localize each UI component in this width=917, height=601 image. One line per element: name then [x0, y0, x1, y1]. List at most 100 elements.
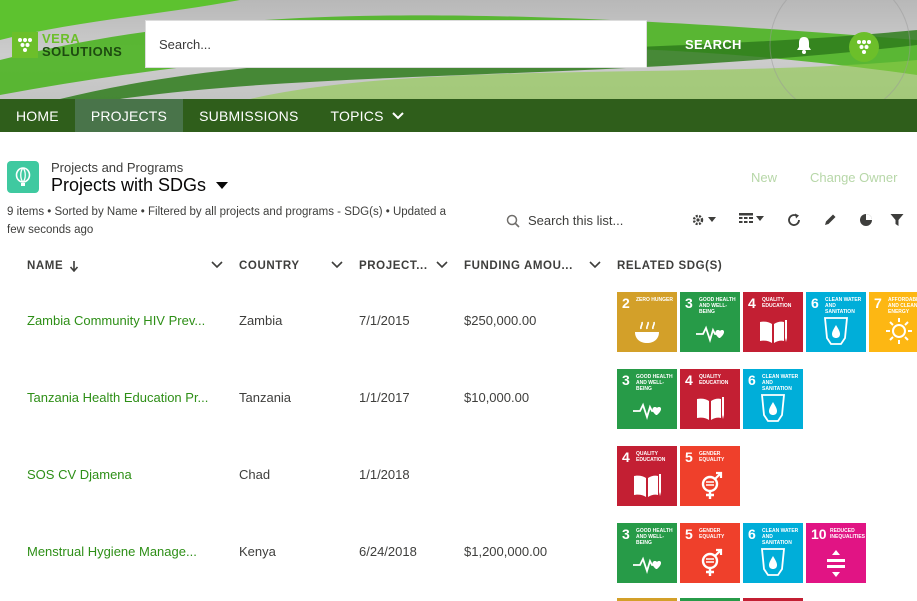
column-header-project[interactable]: PROJECT... — [359, 260, 428, 272]
user-avatar[interactable] — [849, 32, 879, 62]
sdg-goal-6-tile[interactable]: 6 CLEAN WATER AND SANITATION — [806, 292, 866, 352]
column-menu-chevron-icon[interactable] — [211, 261, 223, 269]
sdg-goal-label: AFFORDABLE AND CLEAN ENERGY — [888, 297, 917, 315]
project-date-cell: 1/1/2018 — [359, 467, 410, 482]
sdg-goal-5-tile[interactable]: 5 GENDER EQUALITY — [680, 446, 740, 506]
column-header-name[interactable]: NAME — [27, 260, 79, 272]
main-nav: HOME PROJECTS SUBMISSIONS TOPICS — [0, 99, 917, 132]
sdg-goal-10-tile[interactable]: 10 REDUCED INEQUALITIES — [806, 523, 866, 583]
column-header-funding[interactable]: FUNDING AMOU... — [464, 260, 573, 272]
heartbeat-icon — [696, 325, 725, 343]
sdg-goal-number: 2 — [622, 295, 630, 311]
book-icon — [697, 397, 724, 420]
heartbeat-icon — [633, 402, 662, 420]
sdg-goal-5-tile[interactable]: 5 GENDER EQUALITY — [680, 523, 740, 583]
gear-icon — [692, 214, 704, 226]
nav-submissions[interactable]: SUBMISSIONS — [183, 99, 314, 132]
logo-grapes-icon — [12, 32, 38, 58]
charts-button[interactable] — [859, 213, 873, 227]
equality-icon — [827, 550, 845, 577]
sdg-goal-number: 5 — [685, 449, 693, 465]
sdg-goal-3-tile[interactable]: 3 GOOD HEALTH AND WELL-BEING — [617, 523, 677, 583]
sdg-goal-6-tile[interactable]: 6 CLEAN WATER AND SANITATION — [743, 369, 803, 429]
sdg-goal-number: 7 — [874, 295, 882, 311]
column-menu-chevron-icon[interactable] — [436, 261, 448, 269]
sdg-goal-number: 6 — [811, 295, 819, 311]
bowl-icon — [635, 321, 659, 343]
sdg-goal-number: 3 — [685, 295, 693, 311]
nav-topics[interactable]: TOPICS — [315, 99, 420, 132]
sdg-goal-number: 4 — [748, 295, 756, 311]
sdg-goal-number: 5 — [685, 526, 693, 542]
sdg-goal-number: 3 — [622, 372, 630, 388]
sdg-list: 3 GOOD HEALTH AND WELL-BEING 4 QUALITY EDUC… — [617, 369, 803, 429]
sdg-goal-number: 10 — [811, 526, 827, 542]
heartbeat-icon — [633, 556, 662, 574]
vera-solutions-logo[interactable]: VERA SOLUTIONS — [12, 32, 122, 58]
search-button[interactable]: SEARCH — [685, 37, 742, 52]
sdg-goal-number: 6 — [748, 372, 756, 388]
list-view-title[interactable]: Projects with SDGs — [51, 175, 229, 196]
global-search-input[interactable] — [159, 36, 646, 52]
sdg-goal-3-tile[interactable]: 3 GOOD HEALTH AND WELL-BEING — [617, 369, 677, 429]
sdg-goal-3-tile[interactable]: 3 GOOD HEALTH AND WELL-BEING — [680, 292, 740, 352]
sdg-goal-number: 4 — [622, 449, 630, 465]
list-settings-button[interactable] — [691, 213, 716, 227]
sdg-goal-label: CLEAN WATER AND SANITATION — [825, 297, 862, 315]
change-owner-button[interactable]: Change Owner — [810, 170, 897, 185]
avatar-grapes-icon — [857, 40, 871, 54]
sdg-goal-label: GOOD HEALTH AND WELL-BEING — [636, 374, 673, 392]
sun-icon — [886, 318, 912, 344]
sdg-goal-4-tile[interactable]: 4 QUALITY EDUCATION — [680, 369, 740, 429]
list-search-box[interactable] — [506, 213, 648, 228]
nav-submissions-label: SUBMISSIONS — [199, 107, 299, 124]
sdg-goal-label: QUALITY EDUCATION — [699, 374, 729, 386]
sdg-goal-label: ZERO HUNGER — [636, 297, 673, 303]
sdg-goal-4-tile[interactable]: 4 QUALITY EDUCATION — [617, 446, 677, 506]
refresh-button[interactable] — [787, 213, 801, 227]
project-name-link[interactable]: SOS CV Djamena — [27, 467, 132, 482]
column-header-funding-label: FUNDING AMOU... — [464, 260, 573, 272]
sdg-goal-number: 4 — [685, 372, 693, 388]
filter-button[interactable] — [890, 213, 904, 227]
display-as-button[interactable] — [739, 213, 764, 225]
bell-icon[interactable] — [794, 35, 814, 60]
project-name-link[interactable]: Tanzania Health Education Pr... — [27, 390, 208, 405]
country-cell: Kenya — [239, 544, 276, 559]
caret-down-icon — [708, 217, 716, 222]
new-button[interactable]: New — [751, 170, 777, 185]
sdg-goal-6-tile[interactable]: 6 CLEAN WATER AND SANITATION — [743, 523, 803, 583]
sdg-goal-7-tile[interactable]: 7 AFFORDABLE AND CLEAN ENERGY — [869, 292, 917, 352]
gender-icon — [701, 471, 723, 499]
logo-line2: SOLUTIONS — [42, 44, 123, 59]
column-header-related-sdgs-label: RELATED SDG(S) — [617, 260, 723, 272]
nav-projects[interactable]: PROJECTS — [74, 99, 184, 132]
project-name-link[interactable]: Menstrual Hygiene Manage... — [27, 544, 197, 559]
sdg-goal-label: GENDER EQUALITY — [699, 528, 725, 540]
pencil-icon — [825, 214, 836, 225]
sdg-goal-label: CLEAN WATER AND SANITATION — [762, 528, 799, 546]
pie-chart-icon — [860, 214, 872, 226]
sdg-goal-label: GOOD HEALTH AND WELL-BEING — [636, 528, 673, 546]
inline-edit-button[interactable] — [823, 213, 837, 227]
project-name-link[interactable]: Zambia Community HIV Prev... — [27, 313, 205, 328]
column-header-related-sdgs: RELATED SDG(S) — [617, 260, 722, 272]
column-header-country-label: COUNTRY — [239, 260, 300, 272]
column-menu-chevron-icon[interactable] — [331, 261, 343, 269]
column-header-name-label: NAME — [27, 260, 64, 272]
project-date-cell: 7/1/2015 — [359, 313, 410, 328]
nav-home[interactable]: HOME — [0, 99, 75, 132]
sdg-goal-2-tile[interactable]: 2 ZERO HUNGER — [617, 292, 677, 352]
list-search-input[interactable] — [528, 213, 648, 228]
water-drop-icon — [824, 317, 848, 345]
sdg-goal-4-tile[interactable]: 4 QUALITY EDUCATION — [743, 292, 803, 352]
column-menu-chevron-icon[interactable] — [589, 261, 601, 269]
gender-icon — [701, 548, 723, 576]
sdg-goal-number: 3 — [622, 526, 630, 542]
table-row: Menstrual Hygiene Manage... Kenya 6/24/2… — [0, 515, 917, 592]
global-search-box[interactable] — [145, 20, 647, 68]
column-header-country[interactable]: COUNTRY — [239, 260, 300, 272]
country-cell: Zambia — [239, 313, 283, 328]
table-view-icon — [739, 213, 753, 223]
object-type-label: Projects and Programs — [51, 160, 184, 175]
